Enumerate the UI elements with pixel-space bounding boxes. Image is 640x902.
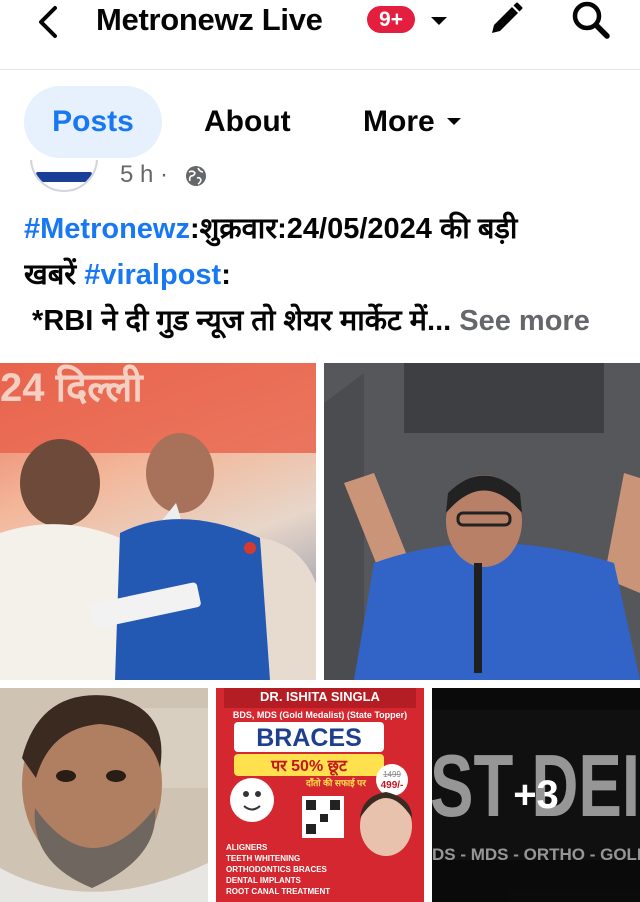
photo-1-illustration: 24 दिल्ली <box>0 363 316 680</box>
photo-2-illustration <box>324 363 640 680</box>
globe-icon <box>186 166 206 186</box>
pencil-icon <box>492 2 523 33</box>
poster-service: TEETH WHITENING <box>226 854 300 863</box>
back-arrow-icon <box>39 6 57 38</box>
hashtag-link[interactable]: #Metronewz <box>24 213 190 245</box>
poster-cleaning: दाँतो की सफाई पर <box>305 777 366 788</box>
caret-down-icon <box>431 17 447 25</box>
logo-band <box>36 172 92 182</box>
more-photos-count: +3 <box>513 772 559 817</box>
post-photo-4[interactable]: DR. ISHITA SINGLA BDS, MDS (Gold Medalis… <box>216 688 424 902</box>
hashtag-link[interactable]: #viralpost <box>84 259 221 291</box>
see-more-link[interactable]: See more <box>459 305 590 337</box>
poster-price-new: 499/- <box>381 780 404 791</box>
post-text-segment: : <box>221 259 231 291</box>
caret-down-icon <box>446 118 461 125</box>
back-button[interactable] <box>28 2 68 42</box>
poster-service: ORTHODONTICS BRACES <box>226 865 328 874</box>
poster-service: DENTAL IMPLANTS <box>226 876 301 885</box>
top-bar: Metronewz Live 9+ <box>0 0 640 70</box>
tab-more-label: More <box>363 105 435 138</box>
post-text-line: खबरें #viralpost: <box>24 252 624 298</box>
page-title[interactable]: Metronewz Live <box>96 0 323 40</box>
post-photo-5[interactable]: ST DEI DS - MDS - ORTHO - GOLD M +3 <box>432 688 640 902</box>
poster-qualification: BDS, MDS (Gold Medalist) (State Topper) <box>233 710 407 720</box>
post-photo-1[interactable]: 24 दिल्ली <box>0 363 316 680</box>
post-text-segment: *RBI ने दी गुड न्यूज तो शेयर मार्केट में… <box>24 305 460 337</box>
poster-price-old: 1499 <box>383 770 401 779</box>
photo-4-illustration: DR. ISHITA SINGLA BDS, MDS (Gold Medalis… <box>216 688 424 902</box>
photo-1-caption: 24 दिल्ली <box>0 364 144 410</box>
post-text-line: *RBI ने दी गुड न्यूज तो शेयर मार्केट में… <box>24 298 624 344</box>
post-photo-2[interactable] <box>324 363 640 680</box>
search-button[interactable] <box>568 0 614 40</box>
poster-service: ALIGNERS <box>226 843 268 852</box>
post-text-line: #Metronewz:शुक्रवार:24/05/2024 की बड़ी <box>24 206 624 252</box>
title-dropdown-button[interactable] <box>428 10 450 32</box>
post-photo-3[interactable] <box>0 688 208 902</box>
tab-more[interactable]: More <box>363 86 463 158</box>
poster-offer: पर 50% छूट <box>270 758 348 776</box>
search-icon <box>572 1 610 39</box>
notification-badge[interactable]: 9+ <box>367 6 415 33</box>
tab-about[interactable]: About <box>204 86 291 158</box>
poster-heading: BRACES <box>256 724 362 752</box>
avatar[interactable] <box>30 160 98 192</box>
post-timestamp[interactable]: 5 h · <box>120 160 168 190</box>
post-text: #Metronewz:शुक्रवार:24/05/2024 की बड़ी ख… <box>24 206 624 344</box>
post-text-segment: खबरें <box>24 259 85 291</box>
more-photos-overlay[interactable]: +3 <box>432 688 640 902</box>
post-text-segment: :शुक्रवार:24/05/2024 की बड़ी <box>189 213 518 245</box>
poster-service: ROOT CANAL TREATMENT <box>226 887 330 896</box>
page-tabs: Posts About More <box>0 84 640 160</box>
edit-button[interactable] <box>484 0 526 40</box>
photo-3-illustration <box>0 688 208 902</box>
poster-doctor-name: DR. ISHITA SINGLA <box>260 689 381 704</box>
post-header: 5 h · <box>0 160 640 196</box>
tab-posts[interactable]: Posts <box>24 86 162 158</box>
